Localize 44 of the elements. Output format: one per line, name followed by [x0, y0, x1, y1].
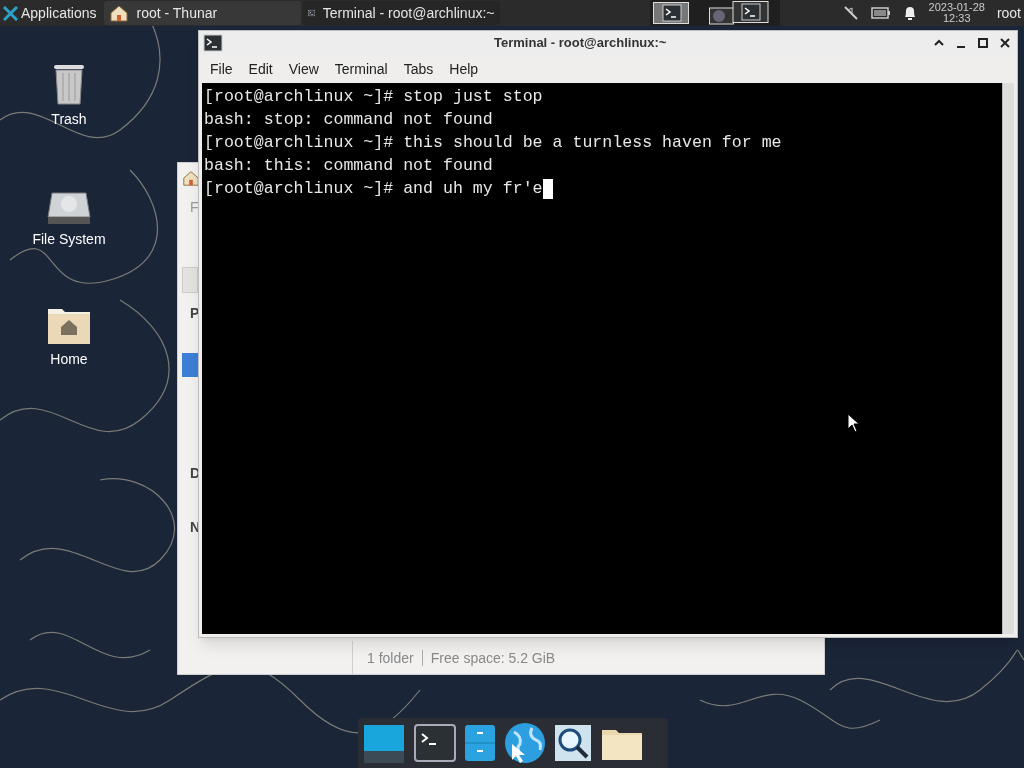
app-menu-icon: [3, 5, 18, 21]
icon-label[interactable]: Home: [50, 349, 88, 370]
status-text: Free space: 5.2 GiB: [430, 648, 556, 668]
workspace-window-icon: [652, 2, 689, 24]
workspace-switcher[interactable]: [649, 0, 780, 26]
menu-item[interactable]: Help: [449, 58, 479, 80]
window-icon[interactable]: [362, 723, 406, 763]
user-name[interactable]: root: [996, 2, 1021, 24]
mouse-pointer-icon: [847, 413, 860, 433]
bell-icon[interactable]: [902, 5, 917, 21]
terminal-line: [root@archlinux ~]# this should be a turnless haven for me: [204, 132, 782, 154]
home-folder-icon: [46, 307, 92, 345]
menu-item[interactable]: File: [210, 58, 233, 80]
maximize-button[interactable]: [977, 37, 989, 49]
window-title: Terminal - root@archlinux:~: [494, 34, 667, 53]
terminal-icon: [203, 34, 223, 52]
battery-icon[interactable]: [870, 7, 891, 19]
menu-item[interactable]: Tabs: [403, 58, 434, 80]
applications-menu[interactable]: Applications: [0, 0, 100, 26]
home-icon: [182, 169, 200, 187]
terminal-line: bash: stop: command not found: [204, 109, 493, 131]
file-cabinet-icon[interactable]: [464, 724, 496, 762]
terminal-icon[interactable]: [414, 724, 456, 762]
clock[interactable]: 2023-01-28 12:33: [928, 2, 985, 24]
terminal-line: bash: this: command not found: [204, 155, 493, 177]
globe-icon[interactable]: [504, 722, 546, 764]
icon-label[interactable]: Trash: [51, 109, 87, 130]
menu-item[interactable]: Terminal: [334, 58, 388, 80]
muted-icon[interactable]: [842, 5, 859, 21]
workspace-window-icon: [708, 1, 769, 25]
scrollbar[interactable]: [1002, 83, 1014, 634]
status-text: 1 folder: [367, 648, 414, 668]
icon-label[interactable]: File System: [32, 229, 106, 250]
menu-item[interactable]: Edit: [248, 58, 273, 80]
menu-item[interactable]: View: [288, 58, 319, 80]
hard-drive-icon: [46, 191, 92, 225]
terminal-line: [root@archlinux ~]# stop just stop: [204, 86, 543, 108]
search-icon[interactable]: [554, 724, 592, 762]
home-icon: [108, 4, 129, 22]
task-button[interactable]: Terminal - root@archlinux:~: [302, 1, 500, 25]
close-button[interactable]: [999, 37, 1011, 49]
task-button[interactable]: root - Thunar: [103, 1, 301, 25]
terminal-screen[interactable]: [root@archlinux ~]# stop just stop bash: stop: command not found [root@archlinux ~]# this should be a turnless haven for me bash: this: command not found [root@archlinux ~]# and uh my fr'e: [202, 83, 1014, 634]
terminal-line: [root@archlinux ~]# and uh my fr'e: [204, 178, 543, 200]
